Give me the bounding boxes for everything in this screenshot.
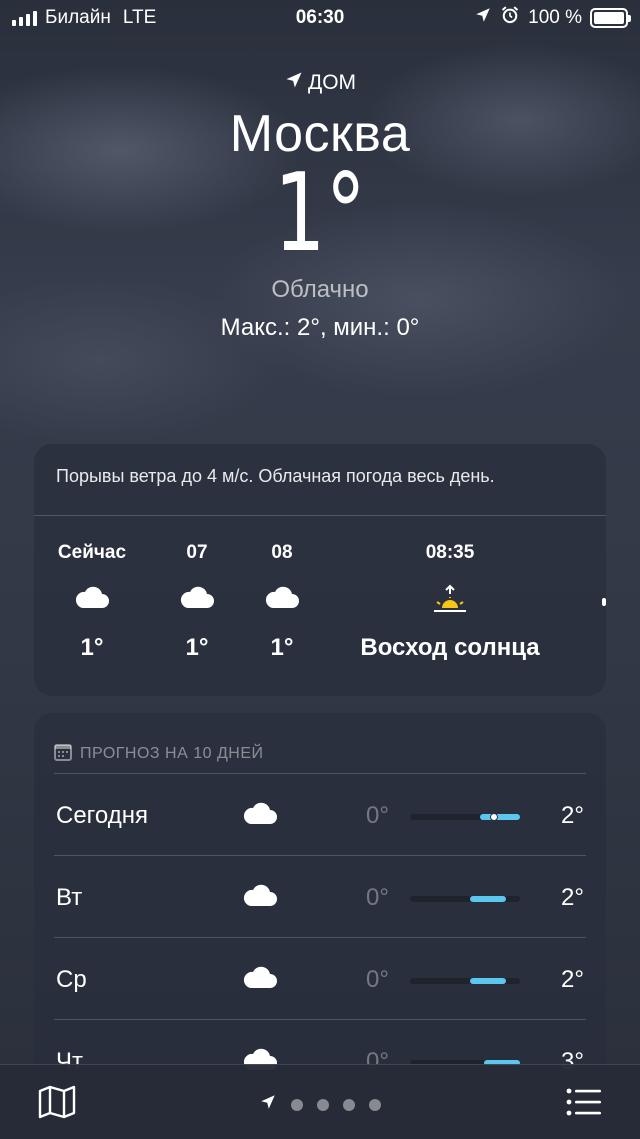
- alarm-icon: [500, 5, 520, 31]
- cloud-icon: [257, 584, 307, 618]
- next-item-peek: [602, 598, 606, 606]
- hour-temperature: 1°: [185, 634, 209, 661]
- forecast-day: Ср: [56, 966, 87, 993]
- location-arrow-icon: [284, 70, 304, 96]
- page-indicator[interactable]: [0, 1093, 640, 1116]
- page-dot[interactable]: [317, 1098, 329, 1111]
- list-icon[interactable]: [566, 1087, 602, 1122]
- hourly-scroll[interactable]: Сейчас 1° 07 1° 08 1° 08:35 Восход солнц…: [34, 516, 606, 696]
- forecast-low: 0°: [366, 966, 389, 993]
- calendar-icon: [54, 743, 72, 766]
- page-dot[interactable]: [291, 1098, 303, 1111]
- forecast-row[interactable]: Сегодня 0° 2°: [54, 773, 586, 855]
- forecast-day: Сегодня: [56, 802, 148, 829]
- temperature-range-bar: [410, 813, 520, 821]
- hour-temperature: 1°: [270, 634, 294, 661]
- temperature-range-bar: [410, 978, 520, 984]
- cloud-icon: [242, 800, 278, 831]
- status-bar: Билайн LTE 06:30 100 %: [0, 0, 640, 36]
- high-low-temperature: Макс.: 2°, мин.: 0°: [220, 314, 420, 341]
- forecast-row[interactable]: Ср 0° 2°: [54, 937, 586, 1019]
- forecast-row[interactable]: Вт 0° 2°: [54, 855, 586, 937]
- weather-condition: Облачно: [271, 276, 369, 303]
- hourly-item: Сейчас 1°: [52, 542, 132, 662]
- cloud-icon: [52, 584, 132, 618]
- forecast-high: 2°: [561, 966, 584, 993]
- forecast-high: 2°: [561, 802, 584, 829]
- cloud-icon: [242, 964, 278, 995]
- forecast-low: 0°: [366, 884, 389, 911]
- page-dot[interactable]: [369, 1098, 381, 1111]
- hour-temperature: 1°: [80, 634, 104, 661]
- forecast-title: ПРОГНОЗ НА 10 ДНЕЙ: [80, 745, 264, 762]
- weather-summary: Порывы ветра до 4 м/с. Облачная погода в…: [34, 444, 606, 516]
- forecast-header: ПРОГНОЗ НА 10 ДНЕЙ: [34, 713, 606, 773]
- current-temperature: 1°: [273, 151, 367, 276]
- location-arrow-icon[interactable]: [259, 1093, 277, 1116]
- forecast-low: 0°: [366, 802, 389, 829]
- sunrise-time: 08:35: [425, 542, 475, 563]
- sunrise-icon: [340, 584, 560, 618]
- sunrise-label: Восход солнца: [360, 634, 540, 661]
- hour-label: Сейчас: [57, 542, 127, 563]
- weather-header: ДОМ Москва 1° Облачно Макс.: 2°, мин.: 0…: [0, 70, 640, 342]
- hourly-item: 08 1°: [257, 542, 307, 662]
- hour-label: 08: [271, 542, 293, 563]
- page-dot[interactable]: [343, 1098, 355, 1111]
- cloud-icon: [172, 584, 222, 618]
- location-label-text: ДОМ: [307, 71, 357, 94]
- hourly-item-sunrise: 08:35 Восход солнца: [340, 542, 560, 662]
- temperature-range-bar: [410, 896, 520, 902]
- hourly-forecast-card[interactable]: Порывы ветра до 4 м/с. Облачная погода в…: [34, 444, 606, 696]
- forecast-day: Вт: [56, 884, 83, 911]
- location-services-icon: [474, 6, 492, 30]
- cloud-icon: [242, 882, 278, 913]
- forecast-high: 2°: [561, 884, 584, 911]
- hour-label: 07: [186, 542, 208, 563]
- location-label: ДОМ: [0, 70, 640, 96]
- hourly-item: 07 1°: [172, 542, 222, 662]
- battery-icon: [590, 8, 631, 28]
- battery-percent: 100 %: [528, 7, 582, 28]
- bottom-toolbar: [0, 1064, 640, 1139]
